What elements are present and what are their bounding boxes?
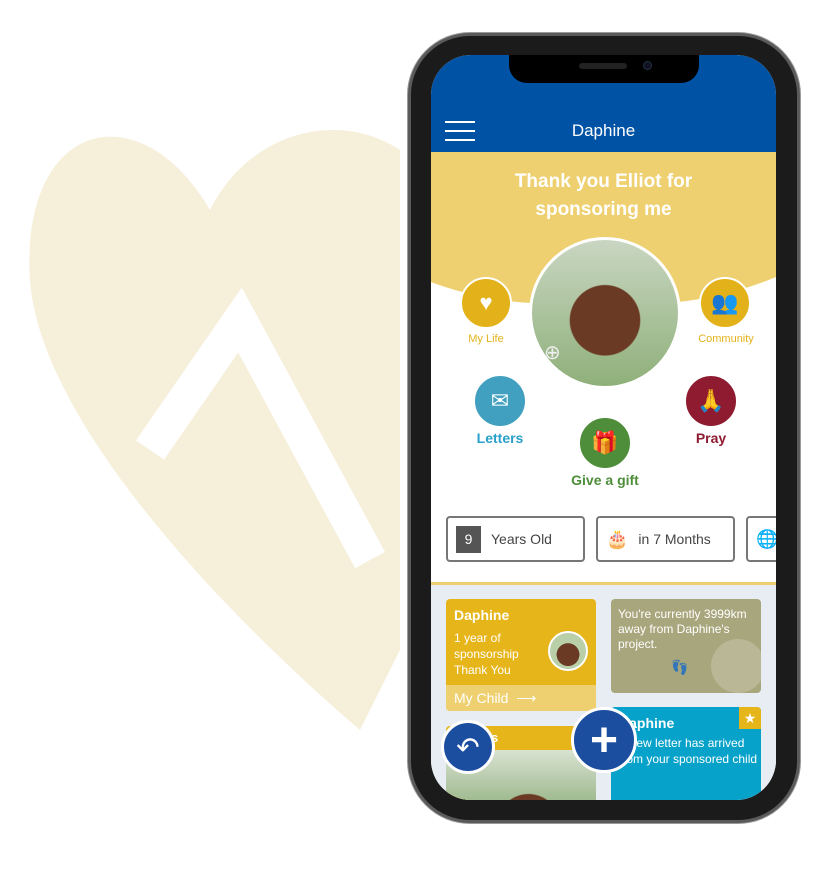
compass-icon [711,639,761,693]
gift-icon: 🎁 [591,430,619,455]
distance-card[interactable]: You're currently 3999km away from Daphin… [611,599,761,693]
letters-label: Letters [476,430,524,446]
birthday-label: in 7 Months [638,531,711,547]
community-label: Community [698,333,754,345]
app-screen: Daphine Thank you Elliot for sponsoring … [431,55,776,800]
child-photo[interactable]: ⊕ [529,237,681,389]
add-button[interactable]: + [571,707,637,773]
my-life-button[interactable]: ♥ [460,277,512,329]
thank-you-message: Thank you Elliot for sponsoring me [514,171,693,220]
birthday-stat: 🎂 in 7 Months [596,516,735,562]
community-button[interactable]: 👥 [699,277,751,329]
card-text: 1 year of sponsorship Thank You [454,631,519,677]
age-value: 9 [456,525,481,553]
globe-icon: 🌐 [756,528,776,549]
pray-label: Pray [695,430,727,446]
card-title: Daphine [454,607,510,623]
my-life-label: My Life [468,333,504,345]
child-thumbnail [548,631,588,671]
page-title: Daphine [571,121,636,140]
undo-arrow-icon: ↶ [456,731,480,763]
location-stat: 🌐 [746,516,776,562]
footprints-icon: 👣 [671,659,689,675]
back-button[interactable]: ↶ [441,720,495,774]
age-label: Years Old [491,531,552,547]
community-icon: 👥 [711,290,739,315]
card-text: A new letter has arrived from your spons… [619,736,758,766]
zoom-in-icon[interactable]: ⊕ [544,340,561,365]
background-heart-logo [29,130,400,730]
pray-button[interactable]: 🙏 [684,374,738,428]
arrow-right-icon: ⟶ [512,690,537,706]
give-gift-label: Give a gift [571,472,639,488]
plus-icon: + [589,713,619,767]
star-icon[interactable]: ★ [739,707,761,729]
birthday-cake-icon: 🎂 [606,528,629,549]
my-child-link[interactable]: My Child [454,690,508,706]
phone-notch [509,55,699,83]
age-stat: 9 Years Old [446,516,585,562]
letters-button[interactable]: ✉ [473,374,527,428]
my-child-card[interactable]: Daphine 1 year of sponsorship Thank You … [446,599,596,711]
give-gift-button[interactable]: 🎁 [578,416,632,470]
praying-hands-icon: 🙏 [697,388,725,413]
envelope-icon: ✉ [490,388,510,413]
heart-pulse-icon: ♥ [479,290,493,315]
